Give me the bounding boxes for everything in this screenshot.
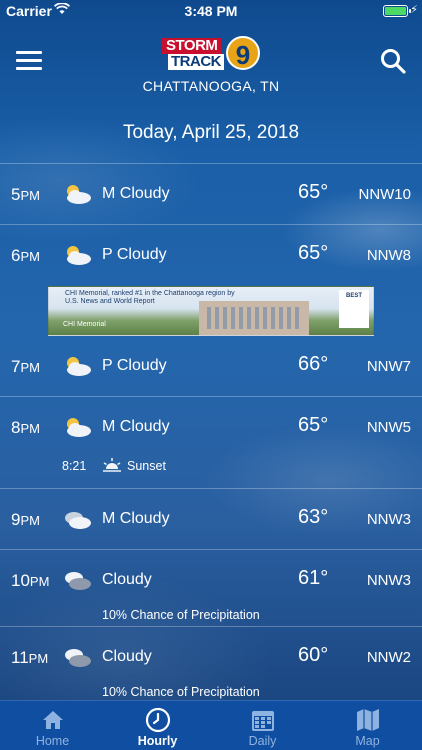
logo-track: TRACK [168,54,224,70]
advertisement-banner[interactable]: CHI Memorial, ranked #1 in the Chattanoo… [48,286,374,336]
calendar-icon [252,711,274,731]
hour-row[interactable]: 5PM M Cloudy 65° NNW10 [0,164,422,225]
hour-label: 6PM [11,246,40,265]
map-icon [357,709,379,731]
precipitation-chance: 10% Chance of Precipitation [102,685,260,699]
tab-home[interactable]: Home [0,701,105,750]
tab-map[interactable]: Map [315,701,420,750]
condition-label: M Cloudy [102,418,170,435]
condition-label: M Cloudy [102,510,170,527]
logo-nine: 9 [226,36,260,70]
wind-label: NNW5 [366,419,411,436]
temperature-label: 61° [298,567,329,589]
location-label[interactable]: CHATTANOOGA, TN [0,78,422,94]
temperature-label: 65° [298,181,329,203]
hour-row[interactable]: 9PM M Cloudy 63° NNW3 [0,489,422,550]
temperature-label: 63° [298,506,329,528]
stormtrack-logo: STORM TRACK 9 [162,36,262,74]
wind-label: NNW8 [366,247,411,264]
temperature-label: 66° [298,353,329,375]
condition-label: P Cloudy [102,357,167,374]
home-icon [43,711,63,729]
wind-label: NNW2 [366,649,411,666]
temperature-label: 65° [298,414,329,436]
bottom-tab-bar: Home Hourly Daily Map [0,700,422,750]
wind-label: NNW10 [358,186,411,203]
menu-icon [16,51,42,54]
hour-row[interactable]: 6PM P Cloudy 65° NNW8 [0,225,422,286]
hour-row[interactable]: 8PM M Cloudy 65° NNW5 8:21 Sunset [0,397,422,489]
clock-icon [145,707,171,733]
wind-label: NNW3 [366,572,411,589]
partly-cloudy-icon [67,246,91,265]
status-time: 3:48 PM [184,3,238,19]
sunset-label: Sunset [127,459,166,473]
hour-label: 9PM [11,510,40,529]
ad-hospital-image [199,301,309,335]
logo-storm: STORM [162,38,222,54]
battery-icon [383,5,411,17]
tab-daily[interactable]: Daily [210,701,315,750]
sunset-time: 8:21 [62,459,87,473]
tab-label: Map [355,734,380,748]
temperature-label: 65° [298,242,329,264]
status-bar: Carrier 3:48 PM ⚡ [0,0,422,22]
cloudy-icon [65,649,91,667]
wind-label: NNW3 [366,511,411,528]
hour-label: 11PM [11,648,49,667]
partly-cloudy-icon [67,357,91,376]
ad-badge: BEST [339,290,369,328]
hour-label: 5PM [11,185,40,204]
tab-label: Home [35,734,70,748]
partly-cloudy-icon [67,418,91,437]
charging-icon: ⚡ [410,4,418,16]
condition-label: Cloudy [102,571,152,588]
hour-row[interactable]: 10PM Cloudy 61° NNW3 10% Chance of Preci… [0,550,422,627]
tab-label: Daily [248,734,277,748]
temperature-label: 60° [298,644,329,666]
condition-label: M Cloudy [102,185,170,202]
hour-label: 8PM [11,418,40,437]
cloudy-icon [65,512,91,529]
ad-sponsor: CHI Memorial [63,321,106,328]
hour-row[interactable]: 7PM P Cloudy 66° NNW7 [0,336,422,397]
menu-button[interactable] [16,51,42,71]
condition-label: P Cloudy [102,246,167,263]
search-button[interactable] [380,48,406,74]
sunset-icon [103,458,121,472]
app-header: STORM TRACK 9 CHATTANOOGA, TN [0,22,422,102]
partly-cloudy-icon [67,185,91,204]
hour-label: 10PM [11,571,50,590]
precipitation-chance: 10% Chance of Precipitation [102,608,260,622]
date-heading: Today, April 25, 2018 [0,102,422,164]
condition-label: Cloudy [102,648,152,665]
search-icon [381,49,406,74]
hour-row[interactable]: 11PM Cloudy 60° NNW2 10% Chance of Preci… [0,627,422,700]
cloudy-icon [65,572,91,590]
tab-label: Hourly [137,734,178,748]
tab-hourly[interactable]: Hourly [105,701,210,750]
hour-label: 7PM [11,357,40,376]
wind-label: NNW7 [366,358,411,375]
